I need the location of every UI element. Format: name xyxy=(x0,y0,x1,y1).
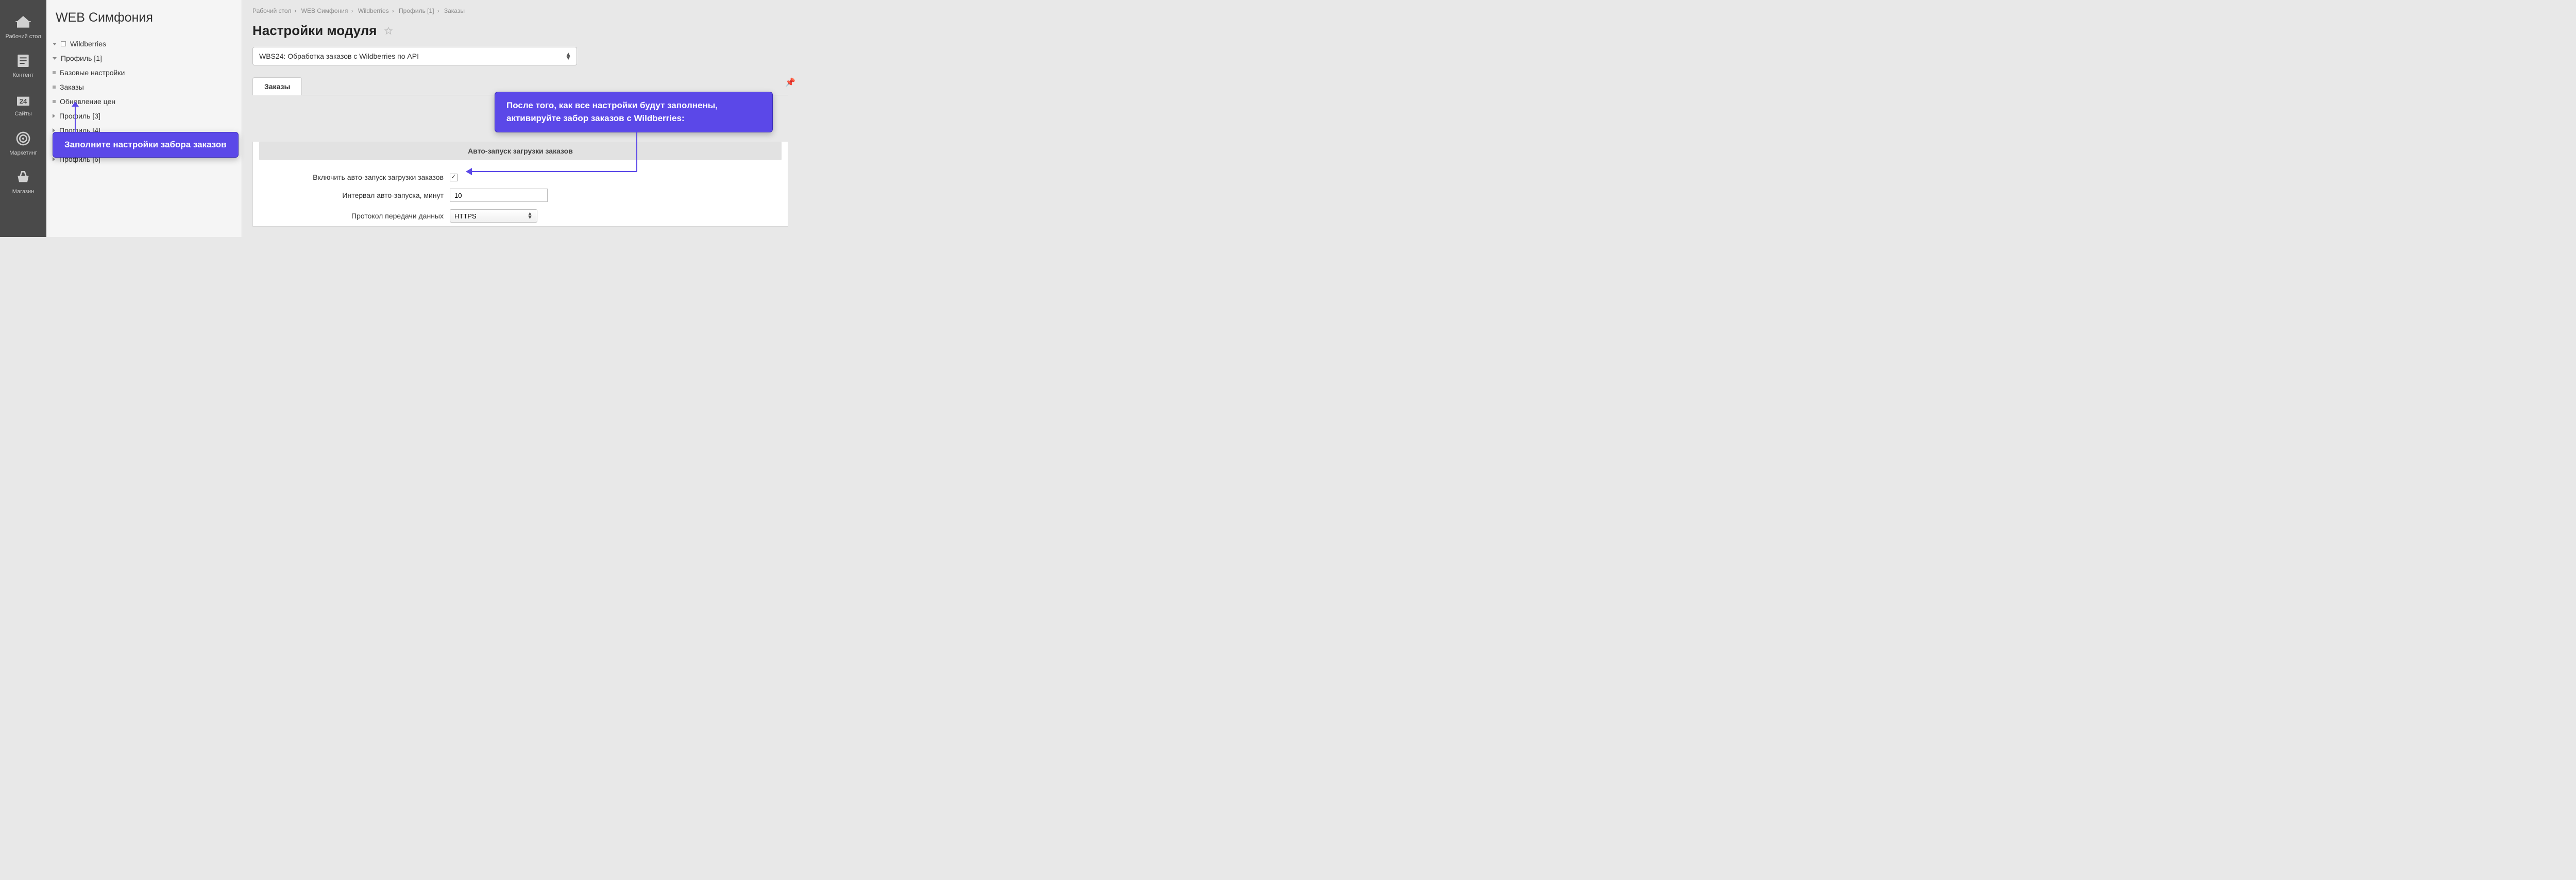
chevron-down-icon xyxy=(53,43,57,45)
breadcrumb-item[interactable]: Рабочий стол xyxy=(252,7,291,14)
page-title: Настройки модуля xyxy=(252,23,377,39)
module-select-value: WBS24: Обработка заказов с Wildberries п… xyxy=(259,52,419,60)
autorun-checkbox[interactable] xyxy=(450,174,457,181)
tree-panel: WEB Симфония Wildberries Профиль [1] Баз… xyxy=(46,0,242,237)
home-icon xyxy=(15,14,31,30)
chevron-right-icon xyxy=(53,157,55,161)
doc-icon xyxy=(15,53,31,69)
bullet-icon xyxy=(53,71,56,74)
autorun-label: Включить авто-запуск загрузки заказов xyxy=(259,173,450,181)
breadcrumb-item[interactable]: Профиль [1] xyxy=(399,7,434,14)
chevron-down-icon xyxy=(53,57,57,60)
rail-content-label: Контент xyxy=(13,72,34,79)
favorite-star-icon[interactable] xyxy=(384,26,393,36)
svg-text:24: 24 xyxy=(20,97,27,105)
callout-activate: После того, как все настройки будут запо… xyxy=(495,92,773,132)
rail-desktop[interactable]: Рабочий стол xyxy=(0,8,46,46)
target-icon xyxy=(15,130,31,147)
tree-profile-3[interactable]: Профиль [3] xyxy=(53,109,234,123)
cal-icon: 24 xyxy=(15,91,31,108)
callout-text-line1: После того, как все настройки будут запо… xyxy=(506,100,718,110)
form-area: Авто-запуск загрузки заказов Включить ав… xyxy=(252,142,788,227)
updown-icon: ▲▼ xyxy=(565,53,571,60)
rail-marketing-label: Маркетинг xyxy=(9,150,37,157)
bullet-icon xyxy=(53,86,56,89)
tab-label: Заказы xyxy=(264,82,290,91)
breadcrumb-item[interactable]: Заказы xyxy=(444,7,465,14)
callout-text-line2: активируйте забор заказов с Wildberries: xyxy=(506,113,685,123)
rail-sites-label: Сайты xyxy=(14,111,31,117)
tree-root-label: Wildberries xyxy=(70,40,106,48)
tree-basic-settings[interactable]: Базовые настройки xyxy=(53,65,234,80)
section-header: Авто-запуск загрузки заказов xyxy=(259,142,782,160)
rail-marketing[interactable]: Маркетинг xyxy=(0,124,46,163)
breadcrumb-item[interactable]: Wildberries xyxy=(358,7,389,14)
protocol-label: Протокол передачи данных xyxy=(259,212,450,220)
tree-item-label: Базовые настройки xyxy=(60,69,125,77)
callout-fill-settings: Заполните настройки забора заказов xyxy=(53,132,239,158)
tree-item-label: Заказы xyxy=(60,83,84,91)
callout-arrow-icon xyxy=(75,105,76,132)
rail-shop-label: Магазин xyxy=(12,189,34,195)
updown-icon: ▲▼ xyxy=(527,212,533,219)
row-interval: Интервал авто-запуска, минут xyxy=(253,185,788,206)
breadcrumb-item[interactable]: WEB Симфония xyxy=(301,7,348,14)
basket-icon xyxy=(15,169,31,185)
tree-root[interactable]: Wildberries xyxy=(53,37,234,51)
tree-profile-1[interactable]: Профиль [1] xyxy=(53,51,234,65)
rail-desktop-label: Рабочий стол xyxy=(5,33,41,40)
interval-label: Интервал авто-запуска, минут xyxy=(259,191,450,199)
interval-input[interactable] xyxy=(450,189,548,202)
protocol-value: HTTPS xyxy=(454,212,477,220)
tree-item-label: Обновление цен xyxy=(60,97,115,106)
pin-icon[interactable]: 📌 xyxy=(785,77,795,88)
module-select[interactable]: WBS24: Обработка заказов с Wildberries п… xyxy=(252,47,577,65)
tree-orders[interactable]: Заказы xyxy=(53,80,234,94)
tree-price-update[interactable]: Обновление цен xyxy=(53,94,234,109)
callout-connector xyxy=(472,171,637,172)
rail-sites[interactable]: 24 Сайты xyxy=(0,85,46,124)
page-heading: Настройки модуля xyxy=(252,23,788,39)
folder-icon xyxy=(61,41,66,46)
protocol-select[interactable]: HTTPS ▲▼ xyxy=(450,209,537,223)
breadcrumb: Рабочий стол› WEB Симфония› Wildberries›… xyxy=(252,5,788,23)
bullet-icon xyxy=(53,100,56,103)
callout-arrowhead-icon xyxy=(466,168,472,175)
rail-content[interactable]: Контент xyxy=(0,46,46,85)
tree-item-label: Профиль [1] xyxy=(61,54,102,62)
tree-item-label: Профиль [3] xyxy=(59,112,100,120)
callout-text: Заполните настройки забора заказов xyxy=(64,140,227,149)
tab-orders[interactable]: Заказы xyxy=(252,77,302,95)
left-rail: Рабочий стол Контент 24 Сайты Маркетинг … xyxy=(0,0,46,237)
tree-title: WEB Симфония xyxy=(53,10,234,25)
rail-shop[interactable]: Магазин xyxy=(0,163,46,201)
chevron-right-icon xyxy=(53,114,55,118)
callout-connector xyxy=(636,130,637,172)
row-protocol: Протокол передачи данных HTTPS ▲▼ xyxy=(253,206,788,226)
